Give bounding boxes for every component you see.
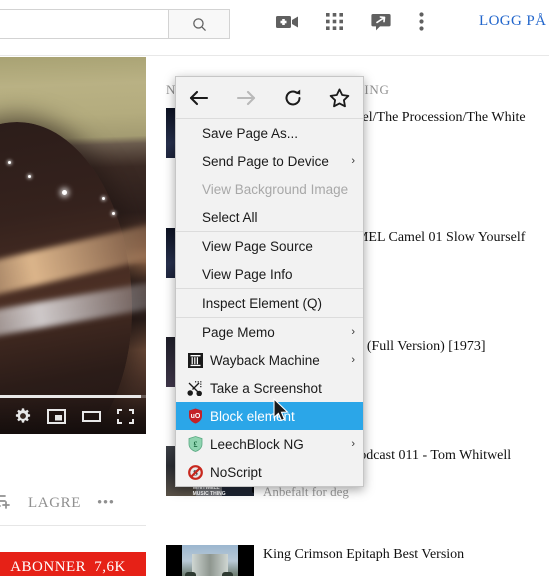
- login-button[interactable]: LOGG PÅ: [479, 13, 546, 30]
- menu-item-label: Select All: [202, 209, 258, 225]
- bookmark-star-icon[interactable]: [323, 83, 357, 113]
- screen: LOGG PÅ LAGRE ••• ABONNER 7,6K Processio…: [0, 0, 549, 576]
- menu-item-label: NoScript: [210, 464, 262, 480]
- video-thumbnail[interactable]: [166, 545, 254, 576]
- chevron-right-icon: ›: [351, 438, 355, 450]
- save-to-playlist-icon[interactable]: [0, 493, 12, 514]
- save-button-label[interactable]: LAGRE: [28, 495, 81, 512]
- settings-gear-icon[interactable]: [15, 408, 31, 424]
- subscribe-button[interactable]: ABONNER 7,6K: [0, 552, 146, 576]
- search-bar: [0, 9, 230, 39]
- list-item[interactable]: King Crimson Epitaph Best Version: [166, 545, 549, 576]
- meta-divider: [0, 525, 146, 526]
- video-info: King Crimson Epitaph Best Version: [263, 545, 549, 576]
- fullscreen-icon[interactable]: [117, 408, 134, 424]
- star-icon: [62, 190, 67, 195]
- menu-item-label: LeechBlock NG: [210, 436, 304, 452]
- menu-item-label: Send Page to Device: [202, 153, 329, 169]
- menu-item-send-page-to-device[interactable]: Send Page to Device ›: [176, 147, 363, 175]
- notifications-bubble-icon[interactable]: [371, 13, 391, 31]
- back-icon[interactable]: [182, 83, 216, 113]
- menu-item-page-memo[interactable]: Page Memo ›: [176, 318, 363, 346]
- noscript-icon: S: [186, 464, 204, 480]
- apps-grid-icon[interactable]: [326, 13, 343, 30]
- menu-item-label: Page Memo: [202, 324, 275, 340]
- video-camera-add-icon[interactable]: [276, 14, 298, 30]
- search-icon: [192, 17, 206, 31]
- player-controls: [0, 398, 146, 434]
- menu-item-select-all[interactable]: Select All: [176, 203, 363, 231]
- menu-item-view-page-info[interactable]: View Page Info: [176, 260, 363, 288]
- subscribe-label: ABONNER: [10, 558, 87, 575]
- svg-text:£: £: [193, 440, 197, 449]
- menu-item-label: Block element: [210, 408, 295, 424]
- menu-item-label: View Page Info: [202, 266, 293, 282]
- leechblock-shield-icon: £: [186, 436, 204, 452]
- top-bar: LOGG PÅ: [0, 0, 549, 56]
- top-bar-icons: [276, 12, 424, 31]
- menu-item-take-a-screenshot[interactable]: Take a Screenshot: [176, 374, 363, 402]
- menu-item-view-page-source[interactable]: View Page Source: [176, 232, 363, 260]
- menu-item-inspect-element[interactable]: Inspect Element (Q): [176, 289, 363, 317]
- video-player[interactable]: [0, 57, 146, 434]
- video-title[interactable]: King Crimson Epitaph Best Version: [263, 546, 549, 563]
- star-icon: [8, 161, 11, 164]
- video-actions: LAGRE •••: [0, 483, 146, 523]
- chevron-right-icon: ›: [351, 354, 355, 366]
- theater-mode-icon[interactable]: [82, 409, 101, 424]
- context-menu[interactable]: Save Page As... Send Page to Device › Vi…: [175, 76, 364, 487]
- more-vertical-icon[interactable]: [419, 12, 424, 31]
- menu-item-leechblock-ng[interactable]: £ LeechBlock NG ›: [176, 430, 363, 458]
- context-menu-nav: [176, 77, 363, 119]
- subscriber-count: 7,6K: [94, 558, 126, 575]
- menu-item-save-page-as[interactable]: Save Page As...: [176, 119, 363, 147]
- search-button[interactable]: [168, 9, 230, 39]
- star-icon: [28, 175, 31, 178]
- svg-text:uO: uO: [190, 413, 200, 420]
- menu-item-label: Inspect Element (Q): [202, 295, 323, 311]
- menu-item-wayback-machine[interactable]: Wayback Machine ›: [176, 346, 363, 374]
- menu-item-label: Wayback Machine: [210, 352, 320, 368]
- menu-item-noscript[interactable]: S NoScript: [176, 458, 363, 486]
- chevron-right-icon: ›: [351, 155, 355, 167]
- video-frame-image: [0, 57, 146, 434]
- menu-item-label: Save Page As...: [202, 125, 299, 141]
- reload-icon[interactable]: [276, 83, 310, 113]
- forward-icon: [229, 83, 263, 113]
- miniplayer-icon[interactable]: [47, 408, 66, 424]
- search-input[interactable]: [0, 9, 168, 39]
- menu-item-label: View Page Source: [202, 238, 313, 254]
- menu-item-label: Take a Screenshot: [210, 380, 322, 396]
- wayback-machine-icon: [186, 352, 204, 368]
- menu-item-view-background-image: View Background Image: [176, 175, 363, 203]
- ublock-shield-icon: uO: [186, 408, 204, 424]
- chevron-right-icon: ›: [351, 326, 355, 338]
- star-icon: [112, 212, 115, 215]
- scissors-icon: [186, 380, 204, 396]
- star-icon: [102, 197, 105, 200]
- menu-item-label: View Background Image: [202, 181, 349, 197]
- menu-item-block-element[interactable]: uO Block element: [176, 402, 363, 430]
- more-actions-button[interactable]: •••: [97, 495, 115, 512]
